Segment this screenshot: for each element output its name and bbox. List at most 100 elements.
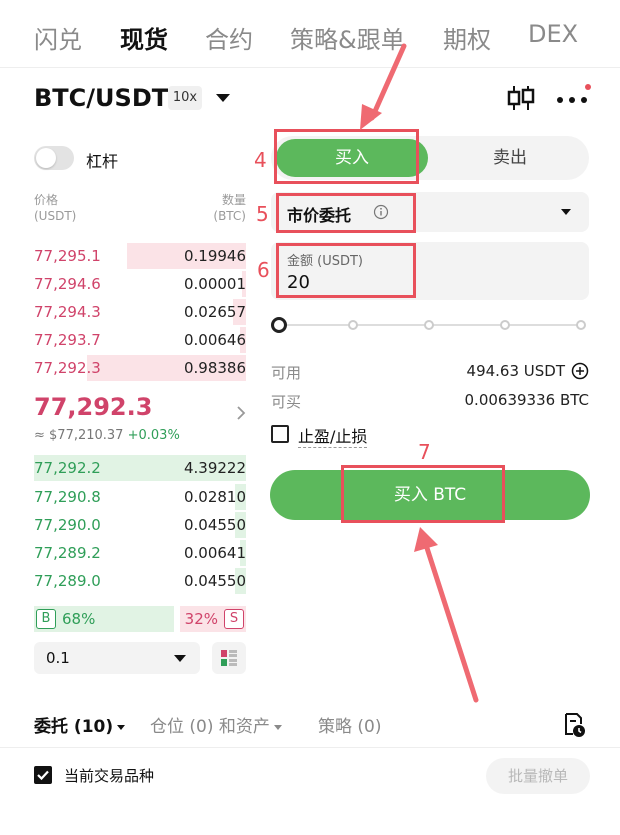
annotation-box-5 bbox=[276, 193, 416, 233]
tab-convert[interactable]: 闪兑 bbox=[34, 20, 82, 55]
order-history-icon[interactable] bbox=[562, 712, 586, 738]
bid-price: 77,290.8 bbox=[34, 488, 101, 506]
orderbook-layout-button[interactable] bbox=[212, 642, 246, 674]
bid-price: 77,289.0 bbox=[34, 572, 101, 590]
ask-qty: 0.00001 bbox=[183, 275, 246, 293]
available-label: 可用 bbox=[271, 364, 302, 382]
fiat-price: ≈ $77,210.37 bbox=[34, 428, 124, 443]
tab-strategies[interactable]: 策略 (0) bbox=[318, 712, 381, 737]
annotation-number-7: 7 bbox=[418, 440, 431, 464]
current-pair-label: 当前交易品种 bbox=[64, 767, 155, 785]
sell-ratio: 32% bbox=[184, 610, 218, 628]
annotation-number-5: 5 bbox=[256, 202, 269, 226]
bid-qty: 4.39222 bbox=[183, 459, 246, 477]
ask-row[interactable]: 77,294.3 0.02657 bbox=[34, 299, 246, 325]
ask-qty: 0.98386 bbox=[183, 359, 246, 377]
ask-row[interactable]: 77,292.3 0.98386 bbox=[34, 355, 246, 381]
bid-qty: 0.04550 bbox=[183, 516, 246, 534]
last-price: 77,292.3 bbox=[34, 393, 153, 421]
available-row: 可用 494.63 USDT bbox=[271, 362, 589, 382]
positions-label: 仓位 (0) 和资产 bbox=[150, 717, 270, 737]
sell-tab[interactable]: 卖出 bbox=[436, 139, 584, 177]
bid-row[interactable]: 77,290.8 0.02810 bbox=[34, 484, 246, 510]
ask-row[interactable]: 77,294.6 0.00001 bbox=[34, 271, 246, 297]
ask-row[interactable]: 77,293.7 0.00646 bbox=[34, 327, 246, 353]
amount-slider[interactable] bbox=[271, 314, 589, 336]
can-buy-label: 可买 bbox=[271, 393, 302, 411]
tab-spot[interactable]: 现货 bbox=[120, 20, 168, 55]
open-orders-label: 委托 (10) bbox=[34, 717, 114, 737]
annotation-box-7 bbox=[341, 465, 505, 523]
tab-dex[interactable]: DEX bbox=[528, 20, 578, 48]
qty-header-unit: (BTC) bbox=[213, 209, 246, 223]
bid-price: 77,292.2 bbox=[34, 459, 101, 477]
ask-qty: 0.19946 bbox=[183, 247, 246, 265]
leverage-badge: 10x bbox=[168, 86, 202, 110]
qty-header-label: 数量 bbox=[221, 193, 246, 207]
bid-price: 77,289.2 bbox=[34, 544, 101, 562]
caret-down-icon[interactable] bbox=[216, 94, 230, 102]
bid-row[interactable]: 77,289.2 0.00641 bbox=[34, 540, 246, 566]
slider-thumb[interactable] bbox=[271, 317, 287, 333]
price-header-label: 价格 bbox=[34, 193, 59, 207]
ask-price: 77,292.3 bbox=[34, 359, 101, 377]
ask-price: 77,295.1 bbox=[34, 247, 101, 265]
pair-selector[interactable]: BTC/USDT bbox=[34, 84, 168, 112]
slider-node-50[interactable] bbox=[424, 320, 434, 330]
tpsl-label[interactable]: 止盈/止损 bbox=[298, 423, 368, 448]
candlestick-chart-icon[interactable] bbox=[506, 84, 536, 112]
precision-value: 0.1 bbox=[46, 649, 70, 667]
ask-row[interactable]: 77,295.1 0.19946 bbox=[34, 243, 246, 269]
current-pair-checkbox[interactable] bbox=[34, 766, 52, 784]
slider-node-100[interactable] bbox=[576, 320, 586, 330]
caret-down-icon bbox=[273, 724, 282, 730]
more-dots-icon[interactable] bbox=[556, 84, 592, 112]
plus-circle-icon[interactable] bbox=[571, 362, 589, 380]
bid-price: 77,290.0 bbox=[34, 516, 101, 534]
bid-row[interactable]: 77,289.0 0.04550 bbox=[34, 568, 246, 594]
available-value: 494.63 USDT bbox=[466, 362, 565, 380]
ask-qty: 0.00646 bbox=[183, 331, 246, 349]
price-column-header: 价格 (USDT) bbox=[34, 192, 76, 224]
ask-price: 77,294.6 bbox=[34, 275, 101, 293]
tab-open-orders[interactable]: 委托 (10) bbox=[34, 712, 126, 737]
ask-price: 77,294.3 bbox=[34, 303, 101, 321]
caret-down-icon bbox=[561, 209, 571, 215]
ask-price: 77,293.7 bbox=[34, 331, 101, 349]
slider-node-25[interactable] bbox=[348, 320, 358, 330]
margin-toggle-label: 杠杆 bbox=[86, 152, 119, 171]
slider-node-75[interactable] bbox=[500, 320, 510, 330]
buy-badge: B bbox=[36, 609, 56, 629]
cancel-all-button[interactable]: 批量撤单 bbox=[486, 758, 590, 794]
can-buy-value: 0.00639336 BTC bbox=[464, 391, 589, 409]
ask-qty: 0.02657 bbox=[183, 303, 246, 321]
price-header-unit: (USDT) bbox=[34, 209, 77, 223]
tab-positions-assets[interactable]: 仓位 (0) 和资产 bbox=[150, 712, 282, 737]
tab-strategy-copy[interactable]: 策略&跟单 bbox=[290, 20, 405, 55]
buy-ratio: 68% bbox=[62, 610, 96, 628]
caret-down-icon bbox=[117, 724, 126, 730]
orderbook-layout-icon bbox=[221, 650, 237, 666]
last-price-sub: ≈ $77,210.37 +0.03% bbox=[34, 428, 180, 443]
buy-sell-ratio-bar: B 68% 32% S bbox=[34, 606, 246, 632]
top-tab-bar: 闪兑 现货 合约 策略&跟单 期权 DEX bbox=[0, 0, 620, 68]
checkmark-icon bbox=[37, 770, 49, 781]
annotation-number-4: 4 bbox=[254, 148, 267, 172]
precision-select[interactable]: 0.1 bbox=[34, 642, 200, 674]
bid-qty: 0.04550 bbox=[183, 572, 246, 590]
bid-qty: 0.02810 bbox=[183, 488, 246, 506]
bid-row[interactable]: 77,290.0 0.04550 bbox=[34, 512, 246, 538]
tpsl-checkbox[interactable] bbox=[271, 425, 289, 443]
price-change: +0.03% bbox=[127, 428, 180, 443]
orders-tab-bar: 委托 (10) 仓位 (0) 和资产 策略 (0) bbox=[0, 700, 620, 748]
margin-toggle[interactable] bbox=[34, 146, 74, 170]
qty-column-header: 数量 (BTC) bbox=[190, 192, 246, 224]
annotation-box-4 bbox=[274, 129, 419, 184]
annotation-number-6: 6 bbox=[257, 258, 270, 282]
caret-down-icon bbox=[174, 655, 186, 662]
tab-futures[interactable]: 合约 bbox=[205, 20, 253, 55]
sell-badge: S bbox=[224, 609, 244, 629]
tab-options[interactable]: 期权 bbox=[443, 20, 491, 55]
chevron-right-icon[interactable] bbox=[234, 404, 248, 422]
bid-row[interactable]: 77,292.2 4.39222 bbox=[34, 455, 246, 481]
